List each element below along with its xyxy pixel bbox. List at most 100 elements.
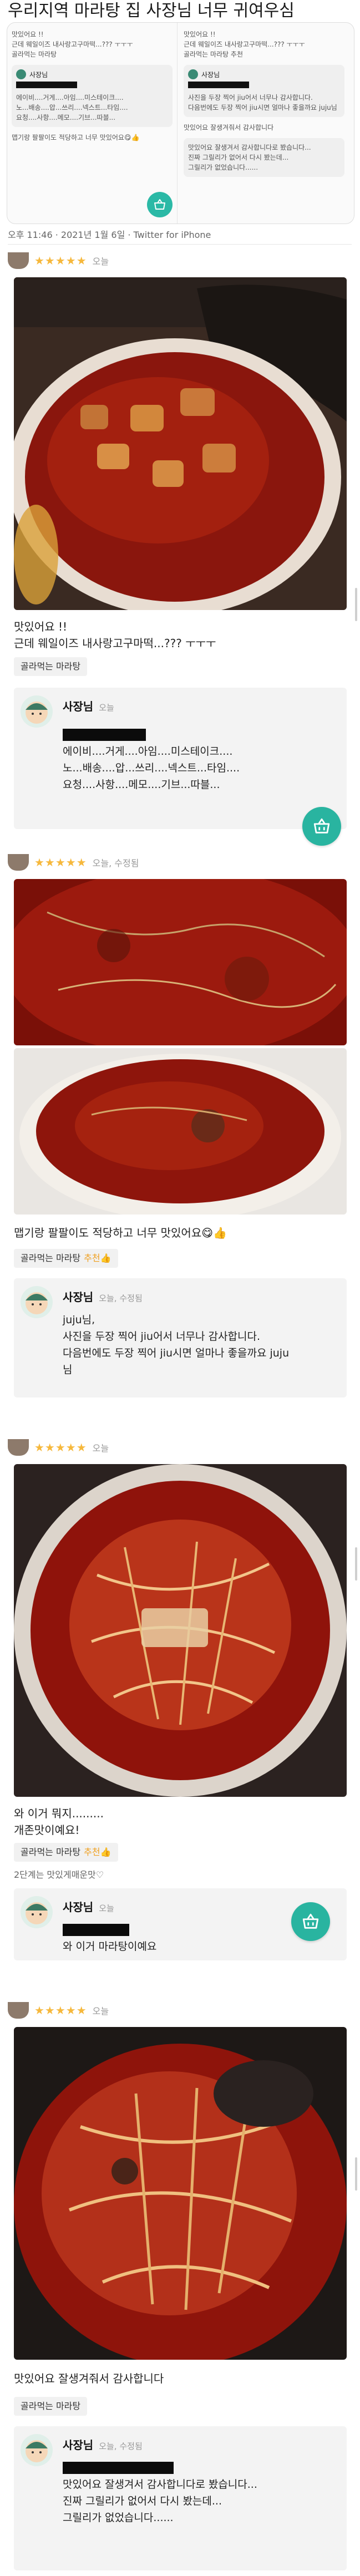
option-note: 2단계는 맛있게매운맛♡ [14,1869,104,1880]
review-text-line: 맛있어요 잘생겨줘서 감사합니다 [14,2372,164,2385]
mala-soup-photo [14,1464,347,1797]
preview-left-owner-reply: 사장님 에이비....거게....아임....미스테이크.... 노...배송.… [12,65,173,127]
post-title: 우리지역 마라탕 집 사장님 너무 귀여우심 [8,1,295,21]
owner-reply-line: 그릴리가 없었습니다...... [63,2512,174,2524]
owner-reply-date: 오늘 [99,1903,114,1913]
scrollbar-thumb[interactable] [355,2157,357,2191]
preview-left-owner-row: 사장님 [16,69,168,79]
redaction-bar [63,2462,174,2474]
menu-tag-label: 골라먹는 마라탕 [21,661,81,672]
review-header: ★★★★★ 오늘, 수정됨 [8,854,139,871]
owner-reply-date: 오늘 [99,703,114,713]
menu-tag[interactable]: 골라먹는 마라탕 [14,2397,88,2416]
review-text: 맛있어요 잘생겨줘서 감사합니다 [14,2370,164,2387]
preview-right-bottom: 그릴리가 없었습니다...... [188,164,258,171]
owner-character-icon [26,2440,48,2462]
owner-reply-body: 맛있어요 잘생겨서 감사합니다로 봤습니다... 진짜 그릴리가 없어서 다시 … [63,2460,340,2526]
redaction-bar [188,82,249,88]
redaction-bar [16,82,77,88]
preview-right-column: 맛있어요 !! 근데 웨일이즈 내사랑고구마떡...??? ㅜㅜㅜ 골라먹는 마… [184,29,344,177]
menu-tag[interactable]: 골라먹는 마라탕 추천👍 [14,1843,118,1862]
reviewer-avatar [8,252,29,269]
preview-left-line: 골라먹는 마라탕 [12,50,57,58]
preview-right-owner-reply: 사장님 사진을 두장 찍어 jiu어서 너무나 감사합니다. 다음번에도 두장 … [184,65,344,117]
mala-soup-photo [14,879,347,1045]
preview-left-line: 맛있어요 !! [12,31,44,38]
cart-button[interactable] [291,1902,330,1941]
owner-character-icon [26,1902,48,1924]
menu-tag-label: 골라먹는 마라탕 [21,1847,81,1857]
owner-name: 사장님 오늘 [63,698,114,714]
mala-soup-photo [14,277,347,610]
preview-left-owner-name: 사장님 [29,70,48,79]
scrollbar-thumb[interactable] [355,588,357,621]
preview-right-bottom: 맛있어요 잘생겨서 감사합니다로 봤습니다... [188,144,311,151]
preview-cart-button[interactable] [147,192,173,217]
preview-left-column: 맛있어요 !! 근데 웨일이즈 내사랑고구마떡...??? ㅜㅜㅜ 골라먹는 마… [12,29,173,143]
food-photo[interactable] [14,277,347,610]
preview-right-reply-line: 다음번에도 두장 찍어 jiu시면 얼마나 좋을까요 juju님 [188,104,337,111]
review-text: 와 이거 뭐지......... 개존맛이예요! [14,1805,104,1838]
owner-avatar [21,695,53,728]
menu-tag-label: 골라먹는 마라탕 [21,2401,81,2411]
owner-reply-body: 와 이거 마라탕이예요 [63,1922,307,1955]
tweet-preview-card: 맛있어요 !! 근데 웨일이즈 내사랑고구마떡...??? ㅜㅜㅜ 골라먹는 마… [7,22,354,224]
owner-reply-line: 노...배송....압...쓰리....넥스트...타임.... [63,762,240,774]
preview-left-reply-line: 노...배송....압...쓰리....넥스트...타임.... [16,104,128,111]
star-rating-icon: ★★★★★ [34,254,87,267]
star-rating-icon: ★★★★★ [34,2004,87,2017]
review-date: 오늘 [92,256,109,267]
owner-name-text: 사장님 [63,1290,94,1304]
preview-separator [177,23,178,223]
owner-reply-date: 오늘, 수정됨 [99,2441,143,2451]
preview-right-bottom: 진짜 그릴리가 없어서 다시 봤는데... [188,154,289,161]
reviewer-avatar [8,854,29,871]
preview-left-reply-line: 에이비....거게....아임....미스테이크.... [16,94,124,101]
review-text: 맛있어요 !! 근데 웨일이즈 내사랑고구마떡...??? ㅜㅜㅜ [14,618,216,652]
owner-reply-line: 에이비....거게....아임....미스테이크.... [63,745,233,758]
review-text: 맵기랑 팔팔이도 적당하고 너무 맛있어요😋👍 [14,1225,227,1241]
redaction-bar [63,729,146,741]
review-text-line: 근데 웨일이즈 내사랑고구마떡...??? ㅜㅜㅜ [14,637,216,650]
review-text-line: 맵기랑 팔팔이도 적당하고 너무 맛있어요😋👍 [14,1226,227,1239]
review-date: 오늘 [92,2006,109,2016]
redaction-bar [63,1924,129,1936]
menu-tag[interactable]: 골라먹는 마라탕 추천👍 [14,1249,118,1268]
recommend-label: 추천👍 [84,1847,111,1857]
owner-reply-line: 다음번에도 두장 찍어 jiu시면 얼마나 좋을까요 juju [63,1347,290,1359]
shopping-basket-icon [154,199,165,210]
scrollbar-thumb[interactable] [355,1547,357,1581]
review-3: ★★★★★ 오늘 와 이거 뭐지......... 개존맛이예요! 골라먹는 마… [0,1439,360,2010]
review-header: ★★★★★ 오늘 [8,252,109,269]
food-photo[interactable] [14,879,347,1045]
owner-reply-line: 님 [63,1364,73,1376]
owner-avatar [21,1896,53,1928]
preview-right-line: 근데 웨일이즈 내사랑고구마떡...??? ㅜㅜㅜ [184,40,305,48]
review-header: ★★★★★ 오늘 [8,1439,109,1456]
owner-reply-line: 요청....사항....메모....기브...따블... [63,779,220,791]
recommend-label: 추천👍 [84,1253,111,1263]
food-photo[interactable] [14,1464,347,1797]
review-text-line: 개존맛이예요! [14,1823,80,1837]
review-header: ★★★★★ 오늘 [8,2002,109,2019]
preview-right-bottom: 맛있어요 잘생겨줘서 감사합니다 [184,124,274,131]
owner-reply-line: 사진을 두장 찍어 jiu어서 너무나 감사합니다. [63,1330,260,1343]
food-photo[interactable] [14,1048,347,1215]
mala-soup-photo [14,1048,347,1215]
food-photo[interactable] [14,2027,347,2360]
shopping-basket-icon [302,1913,319,1929]
preview-left-bottom: 맵기랑 팔팔이도 적당하고 너무 맛있어요😋👍 [12,134,140,141]
cart-button[interactable] [302,807,341,846]
divider [8,244,352,245]
preview-right-owner-name: 사장님 [201,70,220,79]
reviewer-avatar [8,1439,29,1456]
review-date: 오늘, 수정됨 [92,858,139,868]
review-4: ★★★★★ 오늘 맛있어요 잘생겨줘서 감사합니다 골라먹는 마라탕 사장님 오늘… [0,2002,360,2576]
owner-reply: 사장님 오늘, 수정됨 juju님, 사진을 두장 찍어 jiu어서 너무나 감사… [14,1278,347,1398]
menu-tag[interactable]: 골라먹는 마라탕 [14,657,88,676]
preview-right-owner-row: 사장님 [188,69,340,79]
star-rating-icon: ★★★★★ [34,856,87,869]
owner-name-text: 사장님 [63,2438,94,2452]
owner-avatar [21,1286,53,1318]
owner-reply-body: juju님, 사진을 두장 찍어 jiu어서 너무나 감사합니다. 다음번에도 … [63,1312,340,1378]
